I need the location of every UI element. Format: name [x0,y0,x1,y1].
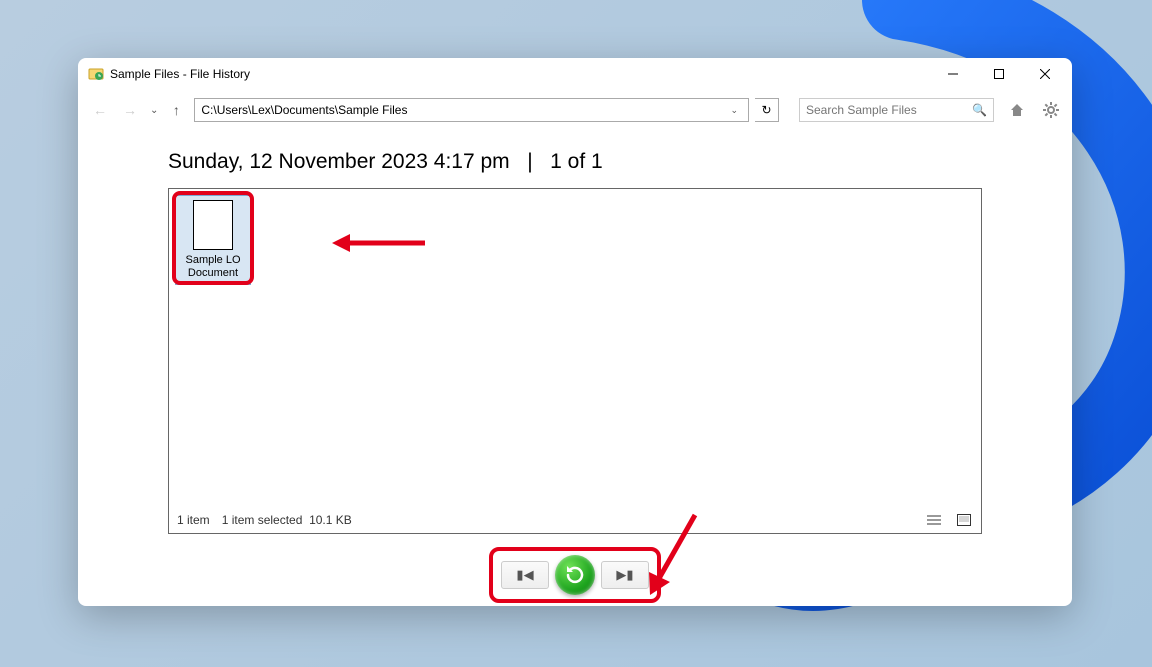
next-version-button[interactable]: ▶▮ [601,561,649,589]
file-item[interactable]: Sample LO Document [175,195,251,285]
address-bar[interactable]: ⌄ [194,98,749,122]
file-history-window: Sample Files - File History ← → ⌄ ↑ ⌄ ↻ … [78,58,1072,606]
app-icon [88,66,104,82]
window-title: Sample Files - File History [110,67,930,81]
bottom-controls: ▮◀ ▶▮ [78,544,1072,606]
titlebar: Sample Files - File History [78,58,1072,90]
maximize-button[interactable] [976,59,1022,89]
back-button[interactable]: ← [88,98,112,122]
search-icon: 🔍 [972,103,987,117]
headline-separator: | [527,150,532,173]
toolbar: ← → ⌄ ↑ ⌄ ↻ 🔍 [78,90,1072,130]
version-counter: 1 of 1 [550,150,603,173]
forward-button[interactable]: → [118,98,142,122]
status-item-count: 1 item [177,513,210,527]
up-button[interactable]: ↑ [164,98,188,122]
history-dropdown-icon[interactable]: ⌄ [150,105,158,116]
previous-version-button[interactable]: ▮◀ [501,561,549,589]
search-box[interactable]: 🔍 [799,98,994,122]
status-selection: 1 item selected 10.1 KB [222,513,352,527]
file-name-label: Sample LO Document [178,254,248,280]
close-button[interactable] [1022,59,1068,89]
thumbnails-view-button[interactable] [955,513,973,527]
file-list-pane[interactable]: Sample LO Document 1 item 1 item selecte… [168,188,982,534]
path-input[interactable] [201,103,726,117]
version-timestamp: Sunday, 12 November 2023 4:17 pm [168,150,510,173]
content-area: Sunday, 12 November 2023 4:17 pm | 1 of … [78,130,1072,544]
details-view-button[interactable] [925,513,943,527]
search-input[interactable] [806,103,972,117]
status-bar: 1 item 1 item selected 10.1 KB [177,513,973,527]
home-button[interactable] [1006,99,1028,121]
version-headline: Sunday, 12 November 2023 4:17 pm | 1 of … [168,150,982,174]
refresh-button[interactable]: ↻ [755,98,779,122]
settings-gear-icon[interactable] [1040,99,1062,121]
restore-button[interactable] [555,555,595,595]
document-thumbnail-icon [193,200,233,250]
minimize-button[interactable] [930,59,976,89]
address-dropdown-icon[interactable]: ⌄ [726,105,742,116]
